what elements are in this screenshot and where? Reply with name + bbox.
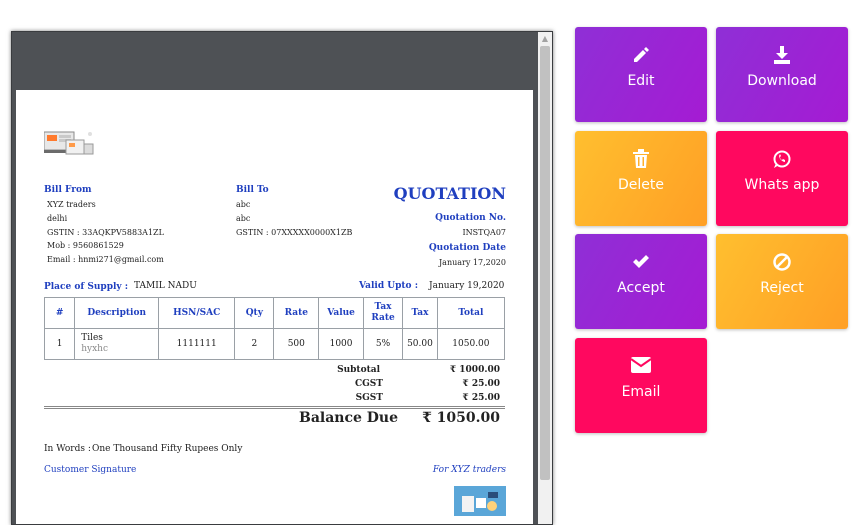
edit-label: Edit [627,73,655,89]
valid-upto: January 19,2020 [429,281,505,291]
reject-button[interactable]: Reject [716,234,848,329]
accept-button[interactable]: Accept [575,234,707,329]
reject-label: Reject [760,280,804,296]
quotation-no: INSTQA07 [462,228,507,237]
customer-signature: Customer Signature [44,465,137,475]
delete-button[interactable]: Delete [575,131,707,226]
quotation-sheet: Bill From XYZ traders delhi GSTIN : 33AQ… [16,90,533,524]
totals-divider [44,408,505,409]
quotation-no-label: Quotation No. [435,213,506,223]
whatsapp-label: Whats app [744,177,820,193]
in-words-label: In Words : [44,444,91,454]
bill-to-line: abc [236,200,251,209]
table-header-row: # Description HSN/SAC Qty Rate Value Tax… [43,297,506,329]
balance-due-label: Balance Due [299,410,399,426]
bill-from-heading: Bill From [44,185,92,195]
subtotal-value: ₹ 1000.00 [449,365,500,375]
email-button[interactable]: Email [575,338,707,433]
valid-upto-label: Valid Upto : [359,281,419,291]
company-logo [44,131,94,155]
cgst-label: CGST [354,379,383,389]
column-header: Description [74,297,160,329]
trash-icon [575,149,707,171]
column-header: Qty [234,297,275,329]
column-header: Tax [402,297,438,329]
sgst-value: ₹ 25.00 [462,393,500,403]
cell-num: 1 [43,328,76,360]
quotation-date-label: Quotation Date [428,243,506,253]
download-button[interactable]: Download [716,27,848,122]
cell-hsn: 1111111 [158,328,236,360]
cell-qty: 2 [234,328,275,360]
column-header: Tax Rate [362,297,404,329]
totals-divider [44,406,505,407]
accept-label: Accept [617,280,665,296]
column-header: HSN/SAC [158,297,236,329]
signature-image [454,486,506,516]
cell-tax: 50.00 [402,328,438,360]
subtotal-label: Subtotal [337,365,380,375]
bill-from-line: Email : hnmi271@gmail.com [47,255,164,264]
whatsapp-icon [716,149,848,171]
quotation-date: January 17,2020 [438,258,506,267]
item-name: Tiles [81,333,103,343]
for-company: For XYZ traders [432,465,506,475]
place-of-supply-label: Place of Supply : [44,282,129,292]
vertical-scrollbar[interactable]: ▲ [538,32,552,524]
in-words-value: One Thousand Fifty Rupees Only [92,444,243,454]
bill-from-line: Mob : 9560861529 [47,241,124,250]
whatsapp-button[interactable]: Whats app [716,131,848,226]
column-header: Value [318,297,364,329]
cgst-value: ₹ 25.00 [462,379,500,389]
download-icon [716,45,848,67]
bill-to-line: abc [236,214,251,223]
download-label: Download [747,73,817,89]
column-header: Rate [273,297,320,329]
column-header: # [43,297,76,329]
bill-from-line: GSTIN : 33AQKPV5883A1ZL [47,228,164,237]
document-title: QUOTATION [393,184,506,203]
cell-description: Tiles hyxhc [74,328,160,360]
cell-tax-rate: 5% [362,328,404,360]
bill-from-line: delhi [47,214,68,223]
item-subtext: hyxhc [81,344,109,354]
delete-label: Delete [618,177,664,193]
scrollbar-thumb[interactable] [540,46,550,480]
balance-due-value: ₹ 1050.00 [422,410,500,426]
ban-icon [716,252,848,274]
document-viewer[interactable]: Bill From XYZ traders delhi GSTIN : 33AQ… [11,31,553,525]
scroll-up-arrow-icon[interactable]: ▲ [538,32,552,46]
pencil-icon [575,45,707,67]
check-icon [575,252,707,274]
email-label: Email [621,384,661,400]
bill-to-heading: Bill To [236,185,269,195]
cell-total: 1050.00 [436,328,506,360]
column-header: Total [436,297,506,329]
sgst-label: SGST [355,393,383,403]
bill-to-line: GSTIN : 07XXXXX0000X1ZB [236,228,353,237]
items-table: # Description HSN/SAC Qty Rate Value Tax… [43,297,506,360]
cell-value: 1000 [318,328,364,360]
envelope-icon [575,356,707,378]
bill-from-line: XYZ traders [47,200,96,209]
place-of-supply: TAMIL NADU [134,281,197,291]
table-row: 1 Tiles hyxhc 1111111 2 500 1000 5% 50.0… [43,328,506,360]
edit-button[interactable]: Edit [575,27,707,122]
cell-rate: 500 [273,328,320,360]
